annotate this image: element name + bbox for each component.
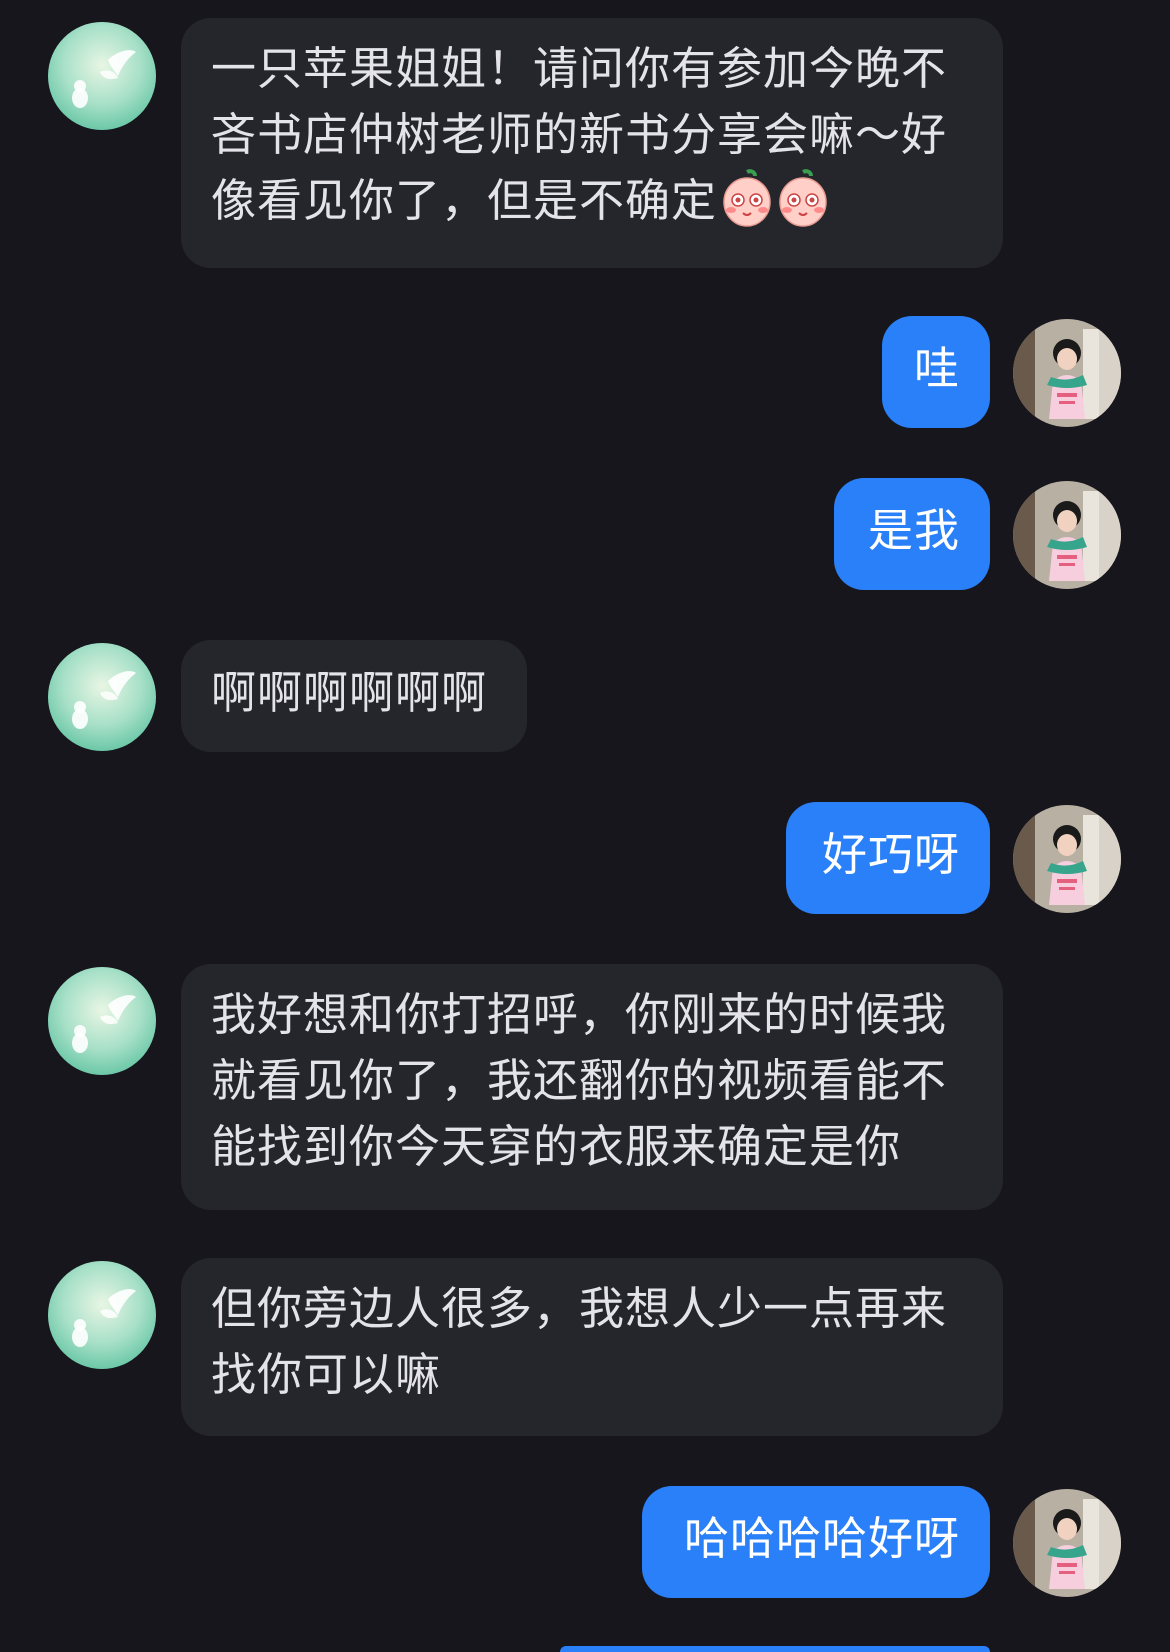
outgoing-message-bubble: 哇 — [882, 316, 990, 428]
user-photo-avatar-icon — [1013, 319, 1121, 427]
contact-avatar[interactable] — [48, 1261, 156, 1369]
message-text: 哈哈哈哈好呀 — [683, 1512, 960, 1565]
chat-thread: 一只苹果姐姐！请问你有参加今晚不吝书店仲树老师的新书分享会嘛～好像看见你了，但是… — [0, 0, 1170, 1652]
contact-avatar[interactable] — [48, 22, 156, 130]
incoming-message-bubble: 我好想和你打招呼，你刚来的时候我就看见你了，我还翻你的视频看能不能找到你今天穿的… — [181, 964, 1003, 1210]
user-photo-avatar-icon — [1013, 481, 1121, 589]
outgoing-message-bubble: 哈哈哈哈好呀 — [642, 1486, 990, 1598]
outgoing-message-bubble: 是我 — [834, 478, 990, 590]
bird-avatar-icon — [48, 967, 156, 1075]
message-text: 是我 — [867, 504, 960, 557]
blush-face-emoji — [723, 169, 771, 227]
user-photo-avatar-icon — [1013, 1489, 1121, 1597]
user-photo-avatar-icon — [1013, 805, 1121, 913]
blush-face-emoji — [779, 169, 827, 227]
incoming-message-bubble: 但你旁边人很多，我想人少一点再来找你可以嘛 — [181, 1258, 1003, 1436]
user-avatar[interactable] — [1013, 1489, 1121, 1597]
message-text: 一只苹果姐姐！请问你有参加今晚不吝书店仲树老师的新书分享会嘛～好像看见你了，但是… — [211, 42, 948, 227]
message-text: 哇 — [913, 342, 960, 395]
user-avatar[interactable] — [1013, 319, 1121, 427]
message-text: 但你旁边人很多，我想人少一点再来找你可以嘛 — [211, 1282, 948, 1401]
user-avatar[interactable] — [1013, 481, 1121, 589]
incoming-message-bubble: 一只苹果姐姐！请问你有参加今晚不吝书店仲树老师的新书分享会嘛～好像看见你了，但是… — [181, 18, 1003, 268]
message-text: 啊啊啊啊啊啊 — [211, 666, 488, 719]
bird-avatar-icon — [48, 22, 156, 130]
outgoing-message-bubble-partial — [560, 1646, 990, 1652]
incoming-message-bubble: 啊啊啊啊啊啊 — [181, 640, 527, 752]
bird-avatar-icon — [48, 643, 156, 751]
user-avatar[interactable] — [1013, 805, 1121, 913]
contact-avatar[interactable] — [48, 643, 156, 751]
message-text: 好巧呀 — [821, 828, 960, 881]
message-text: 我好想和你打招呼，你刚来的时候我就看见你了，我还翻你的视频看能不能找到你今天穿的… — [211, 988, 948, 1173]
contact-avatar[interactable] — [48, 967, 156, 1075]
outgoing-message-bubble: 好巧呀 — [786, 802, 990, 914]
bird-avatar-icon — [48, 1261, 156, 1369]
